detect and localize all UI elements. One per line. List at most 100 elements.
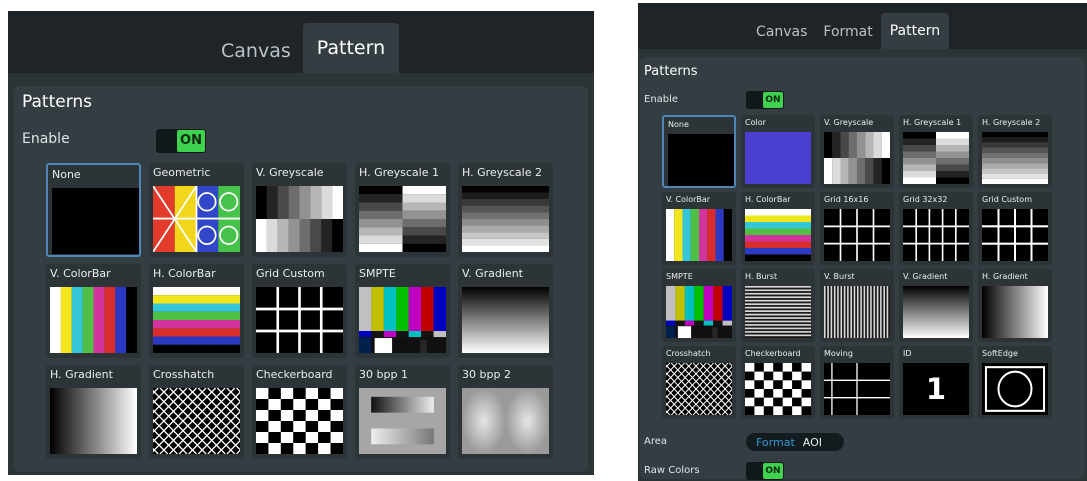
- tab-format[interactable]: Format: [815, 15, 880, 49]
- pattern-tile-label: Grid Custom: [256, 267, 325, 280]
- pattern-tile[interactable]: Checkerboard: [252, 365, 347, 459]
- pattern-tile[interactable]: Grid Custom: [252, 264, 347, 358]
- pattern-tile[interactable]: Crosshatch: [638, 346, 831, 419]
- enable-toggle[interactable]: ON: [156, 129, 206, 153]
- area-segmented-control[interactable]: Format AOI: [746, 433, 844, 451]
- pattern-tile-label: H. Greyscale 2: [462, 166, 542, 179]
- pattern-tile-label: Geometric: [153, 166, 211, 179]
- pattern-tile[interactable]: H. Greyscale 1: [899, 115, 973, 188]
- pattern-tile[interactable]: SMPTE: [662, 269, 736, 342]
- tab-canvas[interactable]: Canvas: [209, 29, 303, 73]
- tab-bar: Canvas Pattern: [8, 11, 594, 73]
- pattern-tile-label: V. Gradient: [903, 272, 948, 281]
- v-colorbar-pattern-icon: [50, 287, 137, 353]
- pattern-tile[interactable]: V. Greyscale: [252, 163, 347, 257]
- pattern-tile-label: Grid 32x32: [903, 195, 948, 204]
- v-colorbar-pattern-icon: [666, 209, 732, 261]
- color-pattern-icon: [745, 132, 811, 184]
- v-greyscale-pattern-icon: [256, 186, 343, 252]
- pattern-tile[interactable]: None: [662, 115, 736, 188]
- id-value: 1: [925, 372, 947, 406]
- h-colorbar-pattern-icon: [745, 209, 811, 261]
- smpte-pattern-icon: [666, 286, 732, 338]
- pattern-tile[interactable]: V. ColorBar: [662, 192, 736, 265]
- pattern-tile-label: Moving: [824, 349, 853, 358]
- pattern-tile-label: H. Gradient: [982, 272, 1028, 281]
- toggle-state: ON: [763, 92, 783, 108]
- pattern-tile[interactable]: Grid Custom: [978, 192, 1052, 265]
- pattern-tile-label: V. ColorBar: [50, 267, 111, 280]
- raw-colors-toggle[interactable]: ON: [746, 462, 784, 480]
- h-greyscale-2-pattern-icon: [462, 186, 549, 252]
- pattern-tile-label: 30 bpp 1: [359, 368, 408, 381]
- pattern-panel-right: Canvas Format Pattern Patterns Enable ON…: [638, 3, 1087, 481]
- tab-canvas[interactable]: Canvas: [748, 15, 815, 49]
- pattern-tile-label: Crosshatch: [666, 349, 711, 358]
- pattern-tile[interactable]: SMPTE: [355, 264, 450, 358]
- pattern-tile[interactable]: V. Gradient: [899, 269, 973, 342]
- pattern-tile[interactable]: H. Gradient: [978, 269, 1052, 342]
- pattern-tile[interactable]: SoftEdge: [978, 346, 1052, 419]
- pattern-tile[interactable]: Checkerboard: [741, 346, 815, 419]
- grid-16-pattern-icon: [824, 209, 890, 261]
- pattern-tile-label: H. Greyscale 1: [903, 118, 962, 127]
- pattern-tile-label: Checkerboard: [256, 368, 333, 381]
- area-option-format[interactable]: Format: [746, 436, 799, 449]
- pattern-tile[interactable]: H. Greyscale 2: [458, 163, 553, 257]
- tab-pattern[interactable]: Pattern: [880, 13, 950, 49]
- enable-toggle[interactable]: ON: [746, 91, 784, 109]
- pattern-tile[interactable]: Crosshatch: [82, 365, 370, 459]
- smpte-pattern-icon: [359, 287, 446, 353]
- pattern-tile[interactable]: None: [46, 163, 141, 257]
- pattern-tile[interactable]: Geometric: [149, 163, 244, 257]
- pattern-tile[interactable]: H. ColorBar: [149, 264, 244, 358]
- pattern-tile[interactable]: 30 bpp 2: [458, 365, 553, 459]
- pattern-tile[interactable]: V. Burst: [820, 269, 894, 342]
- pattern-tile-label: SoftEdge: [982, 349, 1018, 358]
- checkerboard-pattern-icon: [256, 388, 343, 454]
- v-gradient-pattern-icon: [462, 287, 549, 353]
- pattern-tile-label: Grid Custom: [982, 195, 1032, 204]
- pattern-tile[interactable]: Color: [741, 115, 815, 188]
- pattern-tile-label: H. Greyscale 2: [982, 118, 1041, 127]
- h-gradient-pattern-icon: [50, 388, 137, 454]
- geometric-pattern-icon: [152, 185, 240, 253]
- tab-content: Patterns Enable ON None Color V. Greyscale…: [638, 49, 1087, 481]
- pattern-tile-label: SMPTE: [359, 267, 396, 280]
- pattern-tile[interactable]: H. ColorBar: [741, 192, 815, 265]
- pattern-tile-label: H. Gradient: [50, 368, 113, 381]
- pattern-tile[interactable]: V. Gradient: [458, 264, 553, 358]
- tab-pattern[interactable]: Pattern: [302, 23, 400, 73]
- h-gradient-pattern-icon: [982, 286, 1048, 338]
- h-greyscale-2-pattern-icon: [982, 132, 1048, 184]
- pattern-tile[interactable]: Grid 16x16: [820, 192, 894, 265]
- pattern-tile-label: V. ColorBar: [666, 195, 711, 204]
- raw-colors-label: Raw Colors: [644, 465, 700, 476]
- patterns-card: Patterns Enable ON None Geometric V. Greys…: [14, 86, 588, 472]
- pattern-tile[interactable]: H. Greyscale 1: [355, 163, 450, 257]
- pattern-tile-label: Color: [745, 118, 766, 127]
- pattern-tile[interactable]: V. Greyscale: [820, 115, 894, 188]
- pattern-tile[interactable]: Grid 32x32: [899, 192, 973, 265]
- pattern-tile-label: H. ColorBar: [153, 267, 216, 280]
- enable-label: Enable: [644, 94, 679, 105]
- area-option-aoi[interactable]: AOI: [799, 436, 826, 449]
- h-colorbar-pattern-icon: [153, 287, 240, 353]
- pattern-tile-label: ID: [903, 349, 912, 358]
- pattern-tile-label: V. Gradient: [462, 267, 523, 280]
- pattern-tile[interactable]: H. Gradient: [46, 365, 141, 459]
- pattern-tile[interactable]: H. Burst: [741, 269, 815, 342]
- section-title: Patterns: [644, 64, 698, 79]
- pattern-tile[interactable]: 30 bpp 1: [355, 365, 450, 459]
- pattern-tile[interactable]: Moving: [820, 346, 894, 419]
- crosshatch-pattern-icon: [638, 362, 831, 416]
- pattern-tile[interactable]: H. Greyscale 2: [978, 115, 1052, 188]
- pattern-tile[interactable]: V. ColorBar: [46, 264, 141, 358]
- h-greyscale-1-pattern-icon: [903, 132, 969, 184]
- pattern-tile[interactable]: ID 1: [899, 346, 973, 419]
- tab-content: Patterns Enable ON None Geometric V. Greys…: [8, 73, 594, 475]
- pattern-tile-label: None: [52, 168, 81, 181]
- v-greyscale-pattern-icon: [824, 132, 890, 184]
- 30bpp-2-pattern-icon: [462, 388, 549, 454]
- pattern-tile-label: H. Greyscale 1: [359, 166, 439, 179]
